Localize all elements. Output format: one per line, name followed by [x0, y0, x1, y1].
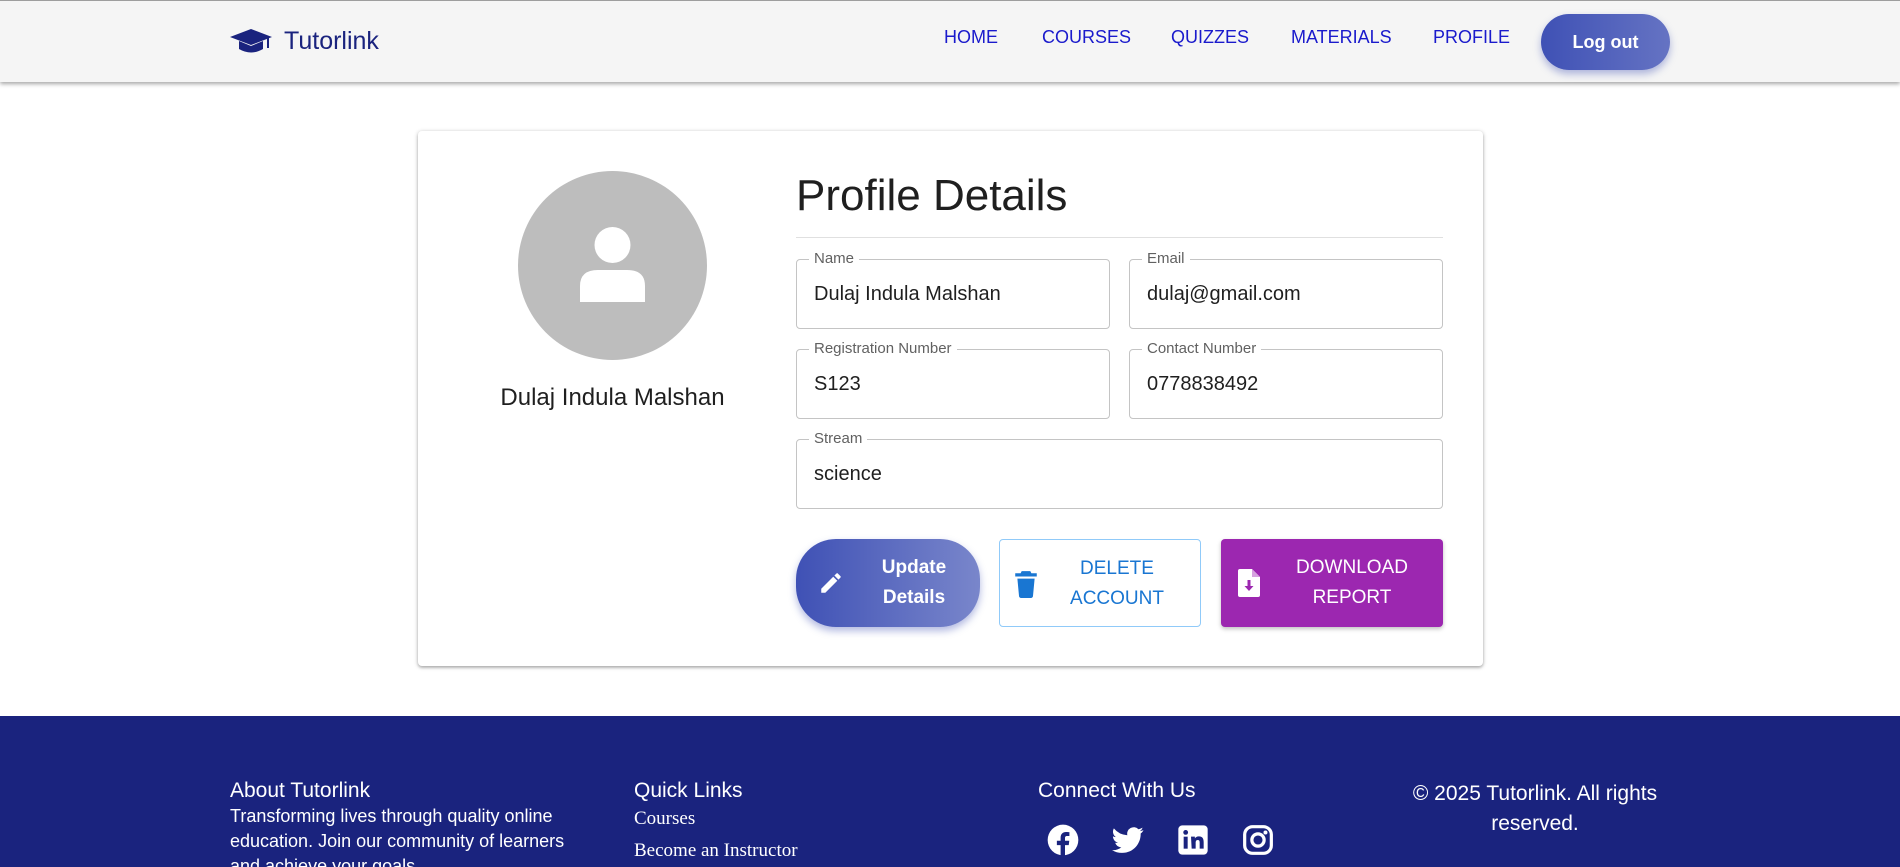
file-download-icon	[1238, 569, 1260, 597]
registration-input[interactable]	[814, 350, 1092, 418]
person-icon	[580, 227, 645, 302]
delete-account-button[interactable]: DELETE ACCOUNT	[999, 539, 1201, 627]
download-report-button[interactable]: DOWNLOAD REPORT	[1221, 539, 1443, 627]
footer: About Tutorlink Transforming lives throu…	[0, 716, 1900, 867]
footer-connect-title: Connect With Us	[1038, 779, 1196, 802]
user-display-name: Dulaj Indula Malshan	[500, 384, 725, 411]
top-navbar: Tutorlink HOME COURSES QUIZZES MATERIALS…	[0, 0, 1900, 82]
profile-card: Dulaj Indula Malshan Profile Details Nam…	[418, 131, 1483, 666]
nav-link-home[interactable]: HOME	[944, 27, 998, 48]
delete-account-label: DELETE ACCOUNT	[1070, 558, 1164, 609]
footer-link-become-instructor[interactable]: Become an Instructor	[634, 840, 798, 862]
graduation-cap-icon	[230, 29, 272, 53]
linkedin-icon[interactable]	[1177, 824, 1209, 856]
footer-links-title: Quick Links	[634, 779, 743, 802]
contact-field[interactable]: Contact Number	[1129, 340, 1443, 419]
update-details-button[interactable]: Update Details	[796, 539, 980, 627]
instagram-icon[interactable]	[1242, 824, 1274, 856]
download-report-label: DOWNLOAD REPORT	[1296, 557, 1408, 608]
update-details-label: Update Details	[881, 557, 947, 608]
name-field[interactable]: Name	[796, 250, 1110, 329]
nav-link-courses[interactable]: COURSES	[1042, 27, 1131, 48]
email-field[interactable]: Email	[1129, 250, 1443, 329]
brand-name: Tutorlink	[284, 26, 379, 55]
contact-input[interactable]	[1147, 350, 1425, 418]
registration-field[interactable]: Registration Number	[796, 340, 1110, 419]
stream-field[interactable]: Stream	[796, 430, 1443, 509]
nav-link-profile[interactable]: PROFILE	[1433, 27, 1510, 48]
twitter-icon[interactable]	[1112, 824, 1144, 856]
trash-icon	[1015, 571, 1037, 598]
nav-link-quizzes[interactable]: QUIZZES	[1171, 27, 1249, 48]
footer-about-text: Transforming lives through quality onlin…	[230, 806, 565, 867]
avatar	[518, 171, 707, 360]
brand[interactable]: Tutorlink	[230, 25, 379, 57]
email-input[interactable]	[1147, 260, 1425, 328]
name-input[interactable]	[814, 260, 1092, 328]
divider	[796, 237, 1443, 238]
nav-link-materials[interactable]: MATERIALS	[1291, 27, 1392, 48]
footer-about-title: About Tutorlink	[230, 779, 371, 802]
logout-button[interactable]: Log out	[1541, 14, 1670, 70]
footer-link-courses[interactable]: Courses	[634, 808, 695, 830]
page-title: Profile Details	[796, 171, 1068, 220]
footer-copyright: © 2025 Tutorlink. All rights reserved.	[1412, 782, 1658, 835]
pencil-icon	[821, 573, 841, 593]
facebook-icon[interactable]	[1047, 824, 1079, 856]
stream-input[interactable]	[814, 440, 1425, 508]
